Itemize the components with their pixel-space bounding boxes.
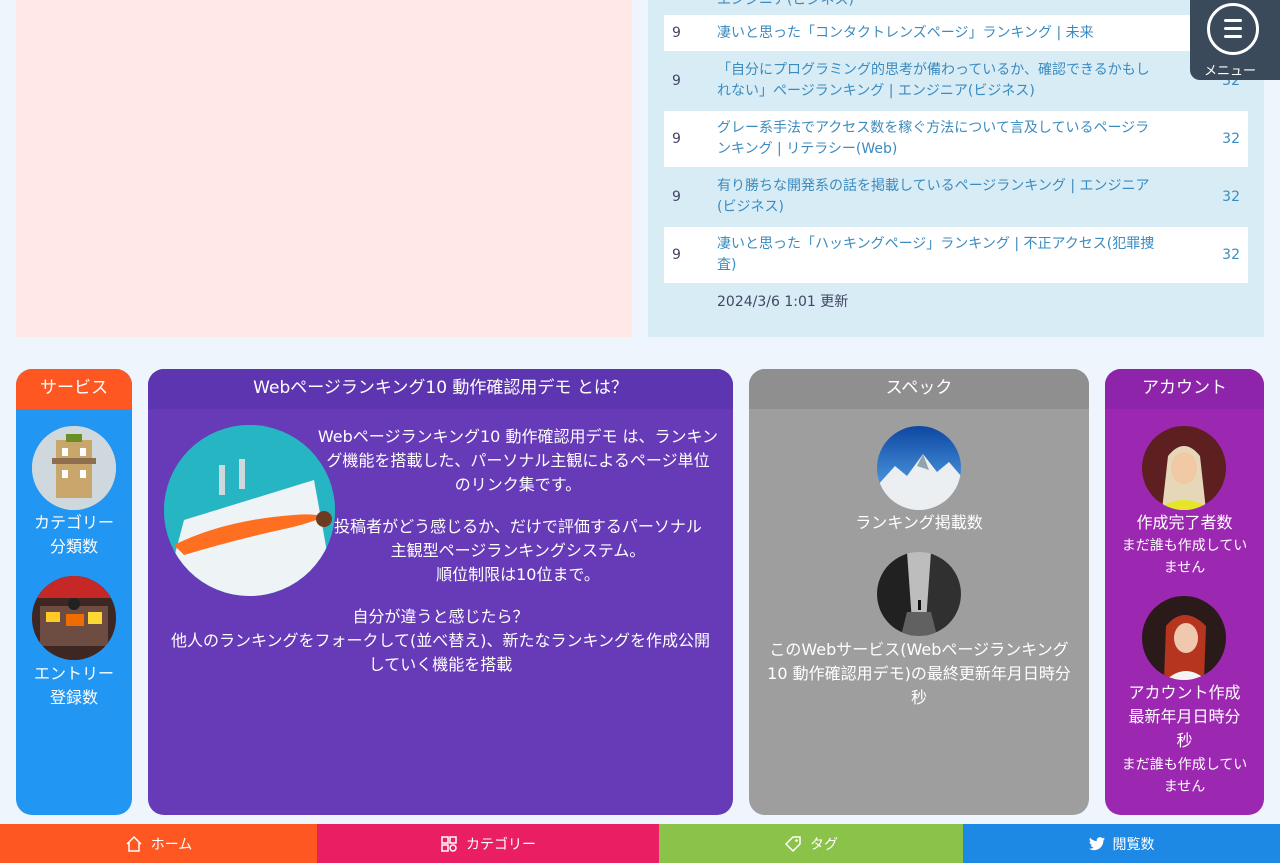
spec-card: スペック ランキング掲載数 このWebサービス(Webページランキング 10 動… [749, 369, 1089, 815]
category-image[interactable] [32, 426, 116, 510]
footer-tag-button[interactable]: タグ [659, 824, 963, 863]
entry-image[interactable] [32, 576, 116, 660]
ranking-title-link[interactable]: 有り勝ちな開発系の話を掲載しているページランキング | エンジニア(ビジネス) [717, 176, 1157, 218]
footer-tag-label: タグ [810, 836, 838, 853]
ranking-count: 32 [1222, 130, 1240, 147]
category-sublabel: 分類数 [49, 537, 98, 556]
ranking-row[interactable]: 9 凄いと思った「ハッキングページ」ランキング | 不正アクセス(犯罪捜査) 3… [664, 227, 1248, 283]
footer-nav: ホーム カテゴリー タグ 閲覧数 [0, 824, 1280, 863]
footer-category-button[interactable]: カテゴリー [317, 824, 659, 863]
footer-views-label: 閲覧数 [1112, 836, 1155, 853]
hamburger-icon [1207, 3, 1259, 55]
ranking-count-image[interactable] [877, 426, 961, 510]
ranking-title-link[interactable]: 凄いと思った「コンタクトレンズページ」ランキング | 未来 [717, 23, 1157, 44]
ranking-row[interactable]: 9 「自分にプログラミング的思考が備わっているか、確認できるかもしれない」ページ… [664, 53, 1248, 109]
account-count-label[interactable]: 作成完了者数 [1105, 511, 1264, 535]
ranking-rank: 9 [672, 72, 681, 89]
ranking-count-label[interactable]: ランキング掲載数 [749, 511, 1089, 535]
about-title: Webページランキング10 動作確認用デモ とは？ [148, 369, 733, 409]
ranking-count: 32 [1222, 246, 1240, 263]
about-paragraph-1: Webページランキング10 動作確認用デモ は、ランキン グ機能を搭載した、パー… [317, 427, 719, 494]
footer-home-label: ホーム [150, 836, 193, 853]
about-card: Webページランキング10 動作確認用デモ とは？ Webページランキング10 … [148, 369, 733, 815]
ranking-row[interactable]: 9 有り勝ちな開発系の話を掲載しているページランキング | エンジニア(ビジネス… [664, 169, 1248, 225]
about-paragraph-2: 投稿者がどう感じるか、だけで評価するパーソナル 主観型ページランキングシステム。… [334, 517, 702, 584]
account-count-status: まだ誰も作成してい ません [1121, 538, 1248, 576]
ranking-title-link[interactable]: グレー系手法でアクセス数を稼ぐ方法について言及しているページランキング | リテ… [717, 118, 1157, 160]
ranking-rank: 9 [672, 246, 681, 263]
footer-views-button[interactable]: 閲覧数 [963, 824, 1280, 863]
account-card: アカウント 作成完了者数 まだ誰も作成してい ません アカウント作成 最新年月日… [1105, 369, 1264, 815]
service-card: サービス カテゴリー 分類数 エントリー 登録数 [16, 369, 132, 815]
ad-panel [16, 0, 632, 337]
account-latest-image[interactable] [1142, 596, 1226, 680]
home-icon [125, 835, 143, 853]
menu-label: メニュー [1203, 64, 1256, 79]
service-title: サービス [16, 369, 132, 409]
ranking-title-link[interactable]: 「自分にプログラミング的思考が備わっているか、確認できるかもしれない」ページラン… [717, 60, 1157, 102]
spec-title: スペック [749, 369, 1089, 409]
menu-button[interactable]: メニュー [1190, 0, 1280, 80]
account-title: アカウント [1105, 369, 1264, 409]
twitter-icon [1088, 836, 1105, 851]
ranking-row[interactable]: 9 凄いと思った「コンタクトレンズページ」ランキング | 未来 32 [664, 15, 1248, 51]
ranking-count: 32 [1222, 188, 1240, 205]
category-label[interactable]: カテゴリー [16, 511, 132, 535]
entry-label[interactable]: エントリー [16, 662, 132, 686]
about-paragraph-3: 自分が違うと感じたら？ 他人のランキングをフォークして(並べ替え)、新たなランキ… [170, 607, 711, 674]
ranking-panel: エンジニア(ビジネス) 9 凄いと思った「コンタクトレンズページ」ランキング |… [648, 0, 1264, 337]
ranking-partial-row[interactable]: エンジニア(ビジネス) [717, 0, 854, 9]
category-icon [440, 835, 458, 853]
entry-sublabel: 登録数 [49, 688, 98, 707]
last-updated-image[interactable] [877, 552, 961, 636]
ranking-title-link[interactable]: 凄いと思った「ハッキングページ」ランキング | 不正アクセス(犯罪捜査) [717, 234, 1157, 276]
ranking-rank: 9 [672, 24, 681, 41]
account-latest-label[interactable]: アカウント作成 最新年月日時分 秒 [1105, 681, 1264, 753]
tag-icon [784, 835, 802, 853]
footer-category-label: カテゴリー [466, 836, 536, 853]
footer-home-button[interactable]: ホーム [0, 824, 317, 863]
ranking-row[interactable]: 9 グレー系手法でアクセス数を稼ぐ方法について言及しているページランキング | … [664, 111, 1248, 167]
account-count-image[interactable] [1142, 426, 1226, 510]
ranking-rank: 9 [672, 130, 681, 147]
ranking-rank: 9 [672, 188, 681, 205]
last-updated-label[interactable]: このWebサービス(Webページランキング 10 動作確認用デモ)の最終更新年月… [749, 638, 1089, 710]
ranking-updated-time: 2024/3/6 1:01 更新 [717, 294, 849, 310]
account-latest-status: まだ誰も作成してい ません [1121, 757, 1248, 795]
